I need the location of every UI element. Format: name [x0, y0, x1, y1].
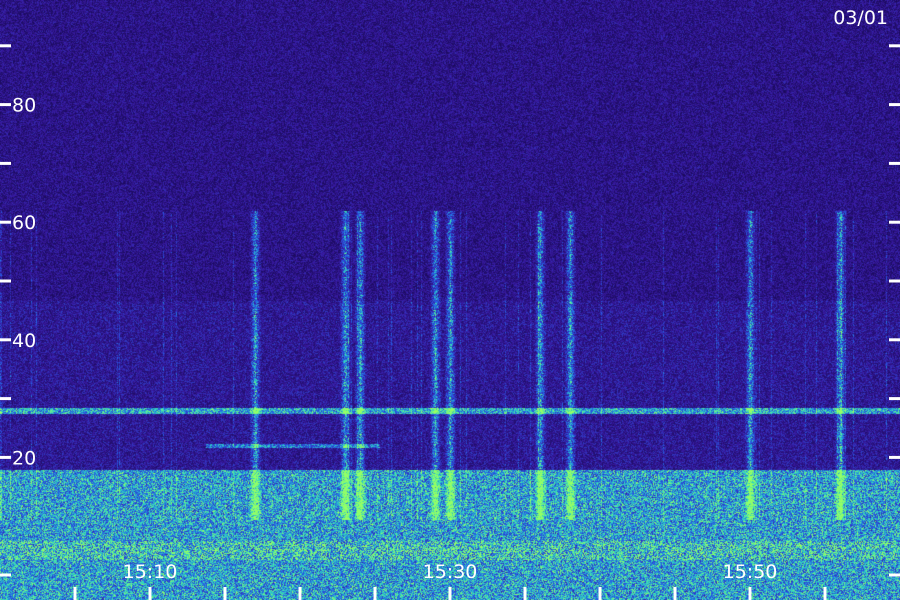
y-tick-label-80: 80 — [12, 95, 36, 117]
y-axis-ticks-right — [889, 44, 900, 577]
date-label: 03/01 — [833, 7, 888, 29]
chart-overlay: 20 40 60 80 100 15:10 15:30 15:50 03/01 — [0, 7, 900, 600]
y-tick-label-60: 60 — [12, 212, 36, 234]
x-tick-label-1530: 15:30 — [423, 561, 478, 583]
y-tick-label-20: 20 — [12, 447, 36, 469]
x-tick-label-1510: 15:10 — [123, 561, 178, 583]
x-tick-label-1550: 15:50 — [723, 561, 778, 583]
x-axis-ticks — [73, 587, 827, 600]
y-tick-label-40: 40 — [12, 330, 36, 352]
y-axis-ticks-left — [0, 44, 11, 577]
